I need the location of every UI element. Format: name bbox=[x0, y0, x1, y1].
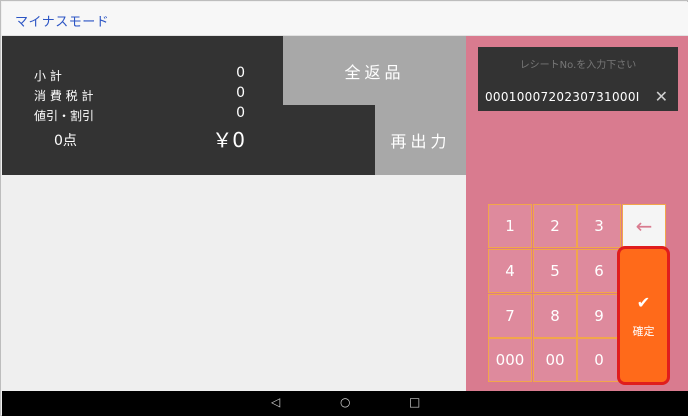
confirm-label: 確定 bbox=[632, 325, 655, 338]
nav-recents-icon[interactable]: □ bbox=[409, 395, 420, 409]
all-return-button[interactable]: 全返品 bbox=[283, 36, 466, 105]
subtotal-value: 0 bbox=[236, 65, 245, 81]
key-00[interactable]: 00 bbox=[533, 338, 577, 382]
receipt-number-value: 0001000720230731000I bbox=[485, 90, 640, 104]
key-9[interactable]: 9 bbox=[577, 294, 621, 338]
key-6[interactable]: 6 bbox=[577, 249, 621, 293]
key-2[interactable]: 2 bbox=[533, 204, 577, 248]
key-4[interactable]: 4 bbox=[488, 249, 532, 293]
total-amount: ￥0 bbox=[212, 128, 245, 152]
app-window: マイナスモード 小 計 0 消 費 税 計 0 値引・割引 0 0点 ￥0 全返… bbox=[0, 0, 688, 416]
confirm-button[interactable]: ✔ 確定 bbox=[617, 246, 670, 385]
backspace-icon: ← bbox=[635, 214, 653, 238]
system-nav-bar: ◁ ○ □ bbox=[2, 391, 688, 416]
key-3[interactable]: 3 bbox=[577, 204, 621, 248]
receipt-number-field[interactable]: レシートNo.を入力下さい 0001000720230731000I ✕ bbox=[478, 47, 678, 111]
title-bar: マイナスモード bbox=[2, 2, 688, 36]
tax-total-label: 消 費 税 計 bbox=[34, 89, 94, 103]
key-7[interactable]: 7 bbox=[488, 294, 532, 338]
key-8[interactable]: 8 bbox=[533, 294, 577, 338]
clear-icon[interactable]: ✕ bbox=[655, 87, 668, 106]
nav-home-icon[interactable]: ○ bbox=[340, 395, 350, 409]
key-1[interactable]: 1 bbox=[488, 204, 532, 248]
backspace-key[interactable]: ← bbox=[622, 204, 666, 248]
key-000[interactable]: 000 bbox=[488, 338, 532, 382]
key-5[interactable]: 5 bbox=[533, 249, 577, 293]
check-icon: ✔ bbox=[636, 293, 651, 312]
discount-label: 値引・割引 bbox=[34, 109, 95, 123]
reprint-button[interactable]: 再出力 bbox=[375, 105, 466, 175]
receipt-placeholder: レシートNo.を入力下さい bbox=[519, 60, 637, 71]
nav-back-icon[interactable]: ◁ bbox=[271, 395, 280, 409]
tax-total-value: 0 bbox=[236, 85, 245, 101]
subtotal-label: 小 計 bbox=[34, 69, 62, 83]
page-title: マイナスモード bbox=[15, 15, 110, 30]
discount-value: 0 bbox=[236, 105, 245, 121]
key-0[interactable]: 0 bbox=[577, 338, 621, 382]
item-count: 0点 bbox=[54, 133, 77, 149]
